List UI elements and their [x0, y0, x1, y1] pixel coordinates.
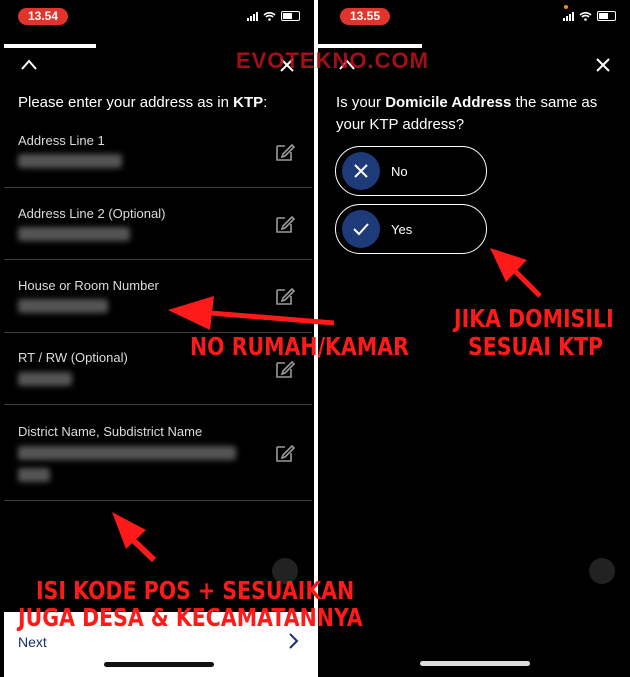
status-time: 13.55	[340, 8, 391, 25]
home-indicator	[420, 661, 530, 666]
blurred-value	[18, 154, 122, 168]
blurred-value	[18, 299, 108, 313]
field-label: RT / RW (Optional)	[18, 350, 128, 365]
battery-icon	[281, 11, 300, 21]
watermark: EVOTEKNO.COM	[236, 48, 429, 73]
annotation-desa-kecamatan: JUGA DESA & KECAMATANNYA	[18, 603, 363, 632]
annotation-isi-kode-pos: ISI KODE POS + SESUAIKAN	[36, 576, 355, 605]
house-room-number-field[interactable]: House or Room Number	[4, 259, 312, 333]
next-label: Next	[18, 634, 47, 650]
option-no-button[interactable]: No	[335, 146, 487, 196]
district-subdistrict-field[interactable]: District Name, Subdistrict Name	[4, 404, 312, 501]
edit-icon[interactable]	[274, 285, 296, 307]
address-line-1-field[interactable]: Address Line 1	[4, 115, 312, 188]
annotation-sesuai-ktp: SESUAI KTP	[468, 332, 604, 361]
option-label: No	[391, 164, 408, 179]
field-label: Address Line 1	[18, 133, 105, 148]
wifi-icon	[263, 12, 276, 21]
field-label: House or Room Number	[18, 278, 159, 293]
close-icon[interactable]	[594, 56, 612, 74]
floating-button[interactable]	[589, 558, 615, 584]
field-label: Address Line 2 (Optional)	[18, 206, 166, 221]
battery-icon	[597, 11, 616, 21]
blurred-value	[18, 468, 50, 482]
status-time: 13.54	[18, 8, 69, 25]
blurred-value	[18, 227, 130, 241]
blurred-value	[18, 446, 236, 460]
annotation-no-rumah: NO RUMAH/KAMAR	[190, 332, 409, 361]
status-icons	[247, 11, 300, 21]
recording-dot-icon	[564, 5, 568, 9]
chevron-right-icon	[289, 633, 299, 649]
address-line-2-field[interactable]: Address Line 2 (Optional)	[4, 187, 312, 260]
edit-icon[interactable]	[274, 213, 296, 235]
x-icon	[342, 152, 380, 190]
chevron-up-icon[interactable]	[20, 56, 38, 74]
blurred-value	[18, 372, 72, 386]
domicile-prompt: Is your Domicile Address the same as you…	[336, 94, 598, 133]
home-indicator	[104, 662, 214, 667]
annotation-jika-domisili: JIKA DOMISILI	[454, 304, 614, 333]
status-icons	[563, 11, 616, 21]
sheet-handle	[4, 44, 96, 48]
cellular-signal-icon	[563, 11, 574, 21]
edit-icon[interactable]	[274, 358, 296, 380]
field-label: District Name, Subdistrict Name	[18, 424, 203, 439]
option-label: Yes	[391, 222, 413, 237]
option-yes-button[interactable]: Yes	[335, 204, 487, 254]
cellular-signal-icon	[247, 11, 258, 21]
check-icon	[342, 210, 380, 248]
edit-icon[interactable]	[274, 141, 296, 163]
edit-icon[interactable]	[274, 442, 296, 464]
wifi-icon	[579, 12, 592, 21]
address-prompt: Please enter your address as in KTP:	[18, 94, 268, 111]
